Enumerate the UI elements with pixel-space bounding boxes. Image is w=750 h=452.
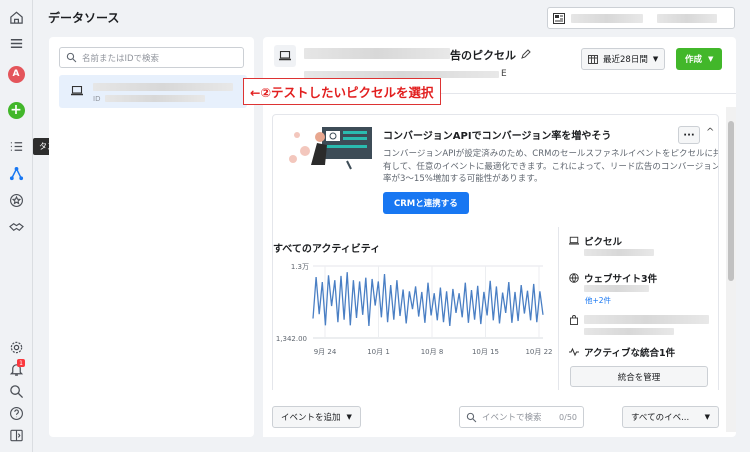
websites-summary-row: ウェブサイト3件 bbox=[569, 271, 657, 285]
activity-line-chart: 1.3万 1,342.00 9月 24 10月 1 10月 8 10月 15 10月 22 bbox=[276, 263, 553, 356]
event-search-placeholder: イベントで検索 bbox=[482, 413, 542, 423]
pixel-list-item[interactable]: ID bbox=[59, 75, 247, 108]
integrations-summary-row: アクティブな統合1件 bbox=[569, 345, 675, 359]
activity-title: すべてのアクティビティ bbox=[273, 244, 381, 255]
chart-x-label: 10月 8 bbox=[421, 348, 444, 356]
help-icon[interactable] bbox=[5, 402, 27, 424]
pixel-list-panel: 名前またはIDで検索 ID bbox=[49, 37, 254, 437]
left-rail: A + 1 bbox=[0, 0, 33, 452]
pixel-search-input[interactable]: 名前またはIDで検索 bbox=[59, 47, 244, 68]
integrations-summary-label: アクティブな統合1件 bbox=[584, 348, 676, 359]
conversion-api-promo-card: コンバージョンAPIでコンバージョン率を増やそう コンバージョンAPIが設定済み… bbox=[272, 114, 719, 429]
redacted-pixel-id bbox=[105, 95, 205, 102]
redacted-pixel-title bbox=[304, 48, 450, 59]
event-search-counter: 0/50 bbox=[559, 412, 577, 422]
redacted-pixel-id-line bbox=[304, 71, 499, 78]
chart-y-label-min: 1,342.00 bbox=[276, 335, 307, 343]
shopping-bag-icon bbox=[570, 315, 578, 325]
more-options-button[interactable]: ··· bbox=[678, 126, 700, 144]
date-range-dropdown[interactable]: 最近28日間 ▼ bbox=[581, 48, 666, 70]
activity-pulse-icon bbox=[569, 347, 579, 357]
caret-down-icon: ▼ bbox=[652, 55, 659, 63]
search-icon[interactable] bbox=[5, 380, 27, 402]
pixel-id-prefix: ID bbox=[93, 95, 101, 103]
notification-badge: 1 bbox=[17, 359, 25, 367]
redacted-pixel-summary bbox=[584, 249, 654, 256]
connect-crm-button[interactable]: CRMと連携する bbox=[383, 192, 469, 214]
pixel-summary-label: ピクセル bbox=[584, 237, 623, 248]
create-plus-icon[interactable]: + bbox=[5, 99, 27, 121]
search-placeholder: 名前またはIDで検索 bbox=[82, 53, 160, 64]
page-title: データソース bbox=[48, 11, 120, 25]
menu-icon[interactable] bbox=[5, 32, 27, 54]
business-account-selector[interactable] bbox=[547, 7, 735, 29]
activity-series-line bbox=[312, 272, 544, 326]
scrollbar[interactable] bbox=[726, 107, 736, 432]
business-icon bbox=[553, 12, 565, 24]
chart-x-label: 9月 24 bbox=[314, 348, 337, 356]
home-icon[interactable] bbox=[5, 6, 27, 28]
globe-icon bbox=[569, 273, 579, 283]
star-icon[interactable] bbox=[5, 189, 27, 211]
redacted-catalog bbox=[584, 315, 709, 324]
websites-summary-label: ウェブサイト3件 bbox=[584, 274, 658, 285]
search-icon bbox=[66, 52, 77, 63]
pixel-summary-row: ピクセル bbox=[569, 234, 622, 248]
chart-x-label: 10月 15 bbox=[472, 348, 499, 356]
manage-integrations-button[interactable]: 統合を管理 bbox=[570, 366, 708, 387]
sidebar-toggle-icon[interactable] bbox=[5, 424, 27, 446]
instruction-annotation: ←②テストしたいピクセルを選択 bbox=[243, 78, 441, 105]
chart-y-label-max: 1.3万 bbox=[291, 263, 309, 271]
laptop-icon bbox=[279, 51, 291, 61]
edit-pencil-icon[interactable] bbox=[521, 49, 531, 59]
chart-x-label: 10月 22 bbox=[525, 348, 552, 356]
settings-gear-icon[interactable] bbox=[5, 336, 27, 358]
pixel-info-letter: E bbox=[501, 69, 507, 79]
notifications-bell-icon[interactable]: 1 bbox=[5, 358, 27, 380]
collapse-chevron-icon[interactable]: ^ bbox=[706, 127, 714, 138]
redacted-website bbox=[584, 285, 649, 292]
events-manager-icon[interactable] bbox=[5, 162, 27, 184]
caret-down-icon: ▼ bbox=[704, 413, 710, 421]
event-search-input[interactable]: イベントで検索 0/50 bbox=[459, 406, 584, 428]
all-events-dropdown[interactable]: すべてのイベ... ▼ bbox=[622, 406, 719, 428]
laptop-icon bbox=[569, 236, 579, 245]
task-list-icon[interactable] bbox=[5, 135, 27, 157]
add-event-button[interactable]: イベントを追加 ▼ bbox=[272, 406, 361, 428]
avatar[interactable]: A bbox=[5, 63, 27, 85]
date-range-label: 最近28日間 bbox=[603, 55, 648, 65]
all-events-label: すべてのイベ... bbox=[631, 413, 690, 423]
add-event-label: イベントを追加 bbox=[281, 413, 341, 423]
pixel-title: 告のピクセル bbox=[450, 49, 516, 62]
calendar-icon bbox=[588, 55, 598, 64]
redacted-account-name bbox=[571, 13, 643, 23]
search-icon bbox=[466, 412, 477, 422]
scrollbar-thumb[interactable] bbox=[728, 121, 734, 281]
handshake-icon[interactable] bbox=[5, 216, 27, 238]
promo-title: コンバージョンAPIでコンバージョン率を増やそう bbox=[383, 131, 612, 142]
redacted-account-id bbox=[657, 13, 717, 23]
websites-more-link[interactable]: 他+2件 bbox=[585, 295, 611, 306]
promo-description: コンバージョンAPIが設定済みのため、CRMのセールスファネルイベントをピクセル… bbox=[383, 149, 719, 184]
caret-down-icon: ▼ bbox=[346, 413, 352, 421]
laptop-icon bbox=[71, 86, 83, 96]
caret-down-icon: ▼ bbox=[708, 55, 714, 63]
pixel-icon-box bbox=[274, 45, 296, 67]
promo-illustration bbox=[289, 127, 372, 170]
chart-x-label: 10月 1 bbox=[367, 348, 390, 356]
redacted-pixel-name bbox=[93, 83, 233, 91]
create-button[interactable]: 作成 ▼ bbox=[676, 48, 723, 70]
create-button-label: 作成 bbox=[685, 55, 703, 65]
redacted-catalog-id bbox=[584, 328, 674, 335]
